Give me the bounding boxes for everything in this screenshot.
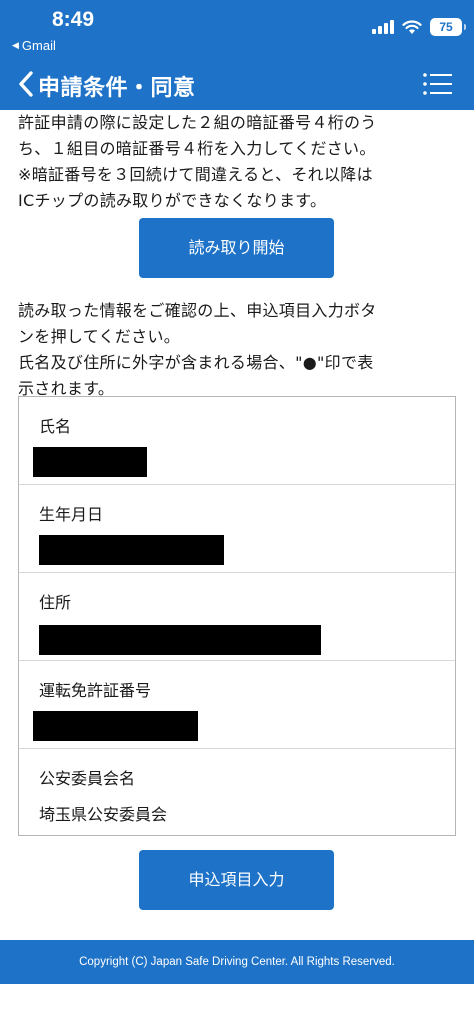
cellular-signal-icon [372,20,394,34]
footer: Copyright (C) Japan Safe Driving Center.… [0,940,474,984]
license-number-row: 運転免許証番号 [19,661,455,749]
nav-bar: 申請条件・同意 [0,58,474,110]
status-indicators: 75 [372,18,466,36]
bottom-safe-area [0,984,474,1024]
commission-row: 公安委員会名 埼玉県公安委員会 [19,749,455,837]
list-menu-icon [423,73,452,95]
commission-label: 公安委員会名 [39,769,136,788]
confirm-instructions: 読み取った情報をご確認の上、申込項目入力ボタ ンを押してください。 氏名及び住所… [18,298,464,402]
enter-application-items-button[interactable]: 申込項目入力 [139,850,334,910]
address-redaction [39,625,321,655]
birthdate-redaction [39,535,224,565]
copyright-text: Copyright (C) Japan Safe Driving Center.… [79,956,395,968]
menu-button[interactable] [422,70,454,98]
instruction-line: ち、１組目の暗証番号４桁を入力してください。 [18,139,376,158]
battery-icon: 75 [430,18,466,36]
main-content: 許証申請の際に設定した２組の暗証番号４桁のう ち、１組目の暗証番号４桁を入力して… [0,110,474,940]
status-bar: 8:49 ◀ Gmail 75 [0,0,474,58]
birthdate-row: 生年月日 [19,485,455,573]
start-reading-button[interactable]: 読み取り開始 [139,218,334,278]
confirm-line: 氏名及び住所に外字が含まれる場合、"●"印で表 [18,353,374,372]
chevron-left-icon [19,71,33,97]
return-to-app-link[interactable]: ◀ Gmail [12,38,56,53]
license-info-panel: 氏名 生年月日 住所 運転免許証番号 公安委員会名 埼玉県公安委員会 [18,396,456,836]
confirm-line: 読み取った情報をご確認の上、申込項目入力ボタ [18,301,377,320]
address-label: 住所 [39,593,72,612]
name-label: 氏名 [39,417,72,436]
page-title: 申請条件・同意 [38,76,196,101]
return-app-label: Gmail [21,38,56,53]
birthdate-label: 生年月日 [39,505,104,524]
name-row: 氏名 [19,397,455,485]
address-row: 住所 [19,573,455,661]
instruction-line: ICチップの読み取りができなくなります。 [18,191,327,210]
status-time: 8:49 [52,8,95,31]
name-redaction [33,447,147,477]
wifi-icon [402,19,422,34]
instruction-line: ※暗証番号を３回続けて間違えると、それ以降は [18,165,373,184]
license-number-redaction [33,711,198,741]
confirm-line: ンを押してください。 [18,327,181,346]
pin-instructions: 許証申請の際に設定した２組の暗証番号４桁のう ち、１組目の暗証番号４桁を入力して… [18,110,464,214]
commission-value: 埼玉県公安委員会 [39,805,168,824]
instruction-line: 許証申請の際に設定した２組の暗証番号４桁のう [18,113,377,132]
license-number-label: 運転免許証番号 [39,681,152,700]
back-triangle-icon: ◀ [12,40,19,50]
